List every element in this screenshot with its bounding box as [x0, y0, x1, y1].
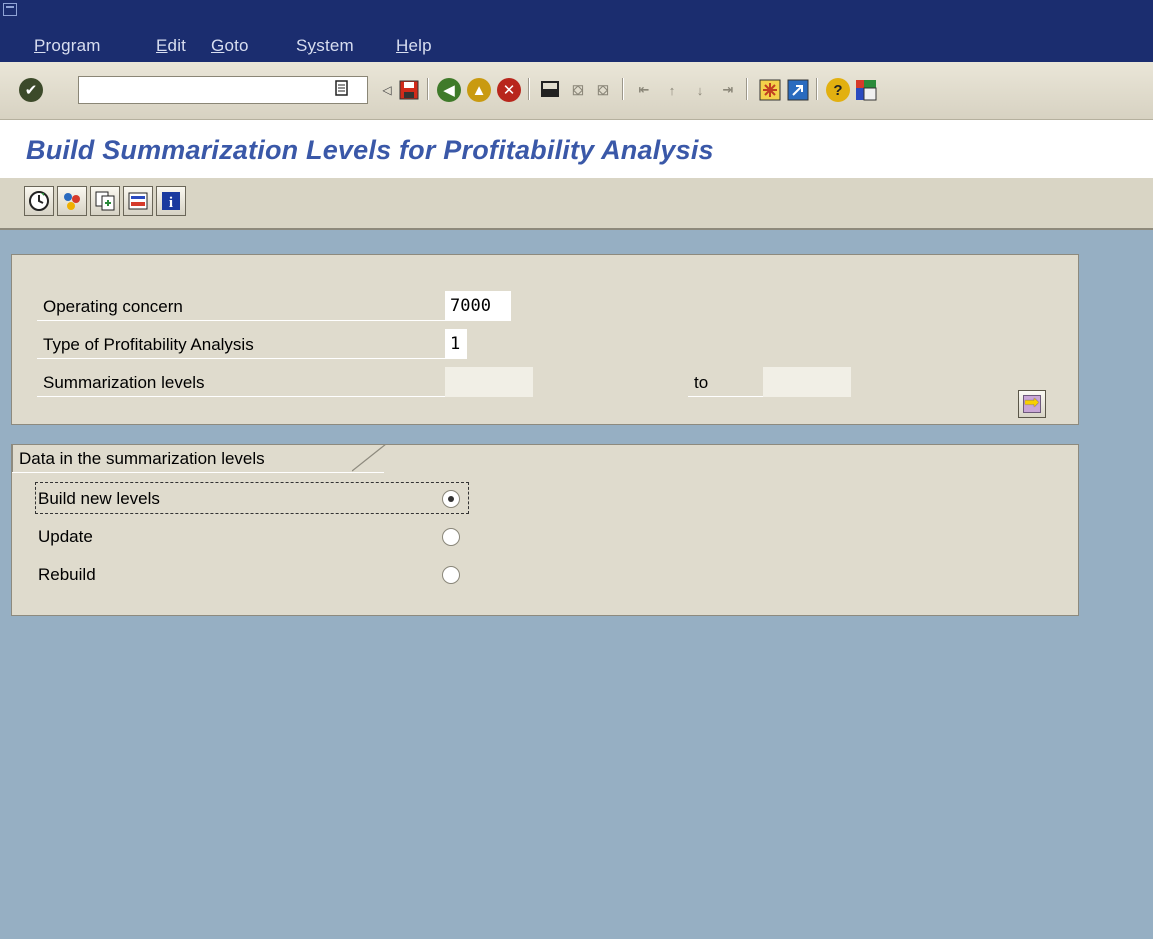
application-toolbar: i [0, 178, 1153, 230]
frame-title: Data in the summarization levels [12, 444, 271, 472]
update-radio[interactable] [442, 528, 460, 546]
multiple-selection-button[interactable]: ➡ [1018, 390, 1046, 418]
summarization-levels-from-field[interactable] [445, 367, 533, 397]
layout-menu-icon[interactable] [854, 78, 878, 102]
first-page-icon[interactable]: ⇤ [632, 78, 656, 102]
copy-icon[interactable] [90, 186, 120, 216]
system-menu-icon[interactable] [3, 3, 17, 16]
operating-concern-field[interactable]: 7000 [445, 291, 511, 321]
cancel-icon[interactable]: ✕ [497, 78, 521, 102]
information-icon[interactable]: i [156, 186, 186, 216]
arrow-right-icon: ➡ [1024, 392, 1040, 412]
work-area: Operating concern 7000 Type of Profitabi… [0, 230, 1153, 939]
title-bar: Build Summarization Levels for Profitabi… [0, 121, 1153, 178]
exit-icon[interactable]: ▲ [467, 78, 491, 102]
menu-edit[interactable]: Edit [156, 36, 186, 56]
update-label[interactable]: Update [38, 523, 93, 551]
menu-bar: Program Edit Goto System Help [0, 0, 1153, 62]
command-field-menu-icon[interactable] [335, 80, 351, 98]
command-field[interactable] [78, 76, 368, 104]
execute-icon[interactable] [24, 186, 54, 216]
build-new-levels-label[interactable]: Build new levels [38, 485, 160, 513]
previous-page-icon[interactable]: ↑ [660, 78, 684, 102]
print-icon[interactable] [538, 78, 562, 102]
type-of-profitability-analysis-label: Type of Profitability Analysis [37, 331, 445, 359]
summarization-levels-label: Summarization levels [37, 369, 445, 397]
menu-help[interactable]: Help [396, 36, 432, 56]
menu-goto[interactable]: Goto [211, 36, 249, 56]
build-new-levels-radio[interactable] [442, 490, 460, 508]
get-variant-icon[interactable] [57, 186, 87, 216]
help-icon[interactable]: ? [826, 78, 850, 102]
selection-options-icon[interactable] [123, 186, 153, 216]
rebuild-label[interactable]: Rebuild [38, 561, 96, 589]
rebuild-radio[interactable] [442, 566, 460, 584]
operating-concern-label: Operating concern [37, 293, 445, 321]
type-of-profitability-analysis-field[interactable]: 1 [445, 329, 467, 359]
menu-program[interactable]: Program [34, 36, 101, 56]
next-page-icon[interactable]: ↓ [688, 78, 712, 102]
collapse-icon[interactable]: ◁ [375, 78, 399, 102]
save-icon[interactable] [397, 78, 421, 102]
frame-title-underline [12, 472, 384, 473]
data-in-summarization-levels-frame: Data in the summarization levels Build n… [11, 444, 1079, 616]
create-shortcut-icon[interactable] [786, 78, 810, 102]
summarization-levels-to-field[interactable] [763, 367, 851, 397]
summarization-levels-to-label: to [688, 369, 764, 397]
create-session-icon[interactable] [758, 78, 782, 102]
menu-system[interactable]: System [296, 36, 354, 56]
last-page-icon[interactable]: ⇥ [716, 78, 740, 102]
enter-icon[interactable]: ✔ [19, 78, 43, 102]
svg-text:i: i [169, 195, 173, 211]
back-icon[interactable]: ◀ [437, 78, 461, 102]
find-next-icon[interactable]: ⛋ [591, 78, 615, 102]
find-icon[interactable]: ⛋ [566, 78, 590, 102]
frame-title-slant [352, 444, 387, 472]
selection-frame: Operating concern 7000 Type of Profitabi… [11, 254, 1079, 425]
page-title: Build Summarization Levels for Profitabi… [26, 135, 714, 165]
